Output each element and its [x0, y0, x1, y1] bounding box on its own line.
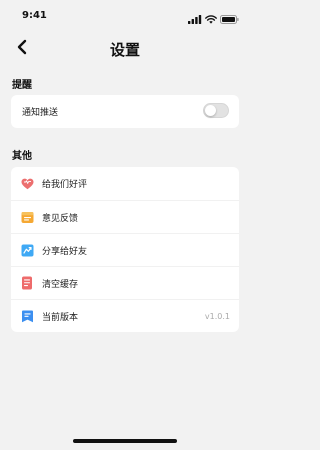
home-indicator [73, 439, 177, 443]
section-header-reminder: 提醒 [12, 80, 32, 91]
list-item-label: 意见反馈 [42, 213, 79, 224]
share-icon [20, 243, 34, 257]
toggle-knob [205, 105, 216, 116]
notification-toggle[interactable] [203, 103, 229, 118]
list-item-feedback[interactable]: 意见反馈 [11, 200, 239, 233]
status-bar: 9:41 [0, 0, 250, 32]
reminder-card: 通知推送 [11, 95, 239, 128]
notification-label: 通知推送 [22, 108, 59, 118]
list-item-label: 当前版本 [42, 312, 79, 323]
list-item-share[interactable]: 分享给好友 [11, 233, 239, 266]
nav-bar: 设置 [0, 32, 250, 66]
clear-cache-icon [20, 276, 34, 290]
signal-icon [188, 9, 202, 28]
list-item-label: 给我们好评 [42, 180, 88, 190]
list-item-clear-cache[interactable]: 清空缓存 [11, 266, 239, 299]
page-title: 设置 [109, 41, 140, 59]
list-item-label: 清空缓存 [42, 279, 79, 290]
version-value: v1.0.1 [204, 311, 230, 321]
status-icons [188, 9, 239, 28]
heart-icon [20, 177, 34, 191]
section-header-other: 其他 [12, 151, 32, 162]
wifi-icon [205, 9, 217, 28]
list-item-rate-us[interactable]: 给我们好评 [11, 167, 239, 200]
feedback-icon [20, 210, 34, 224]
list-item-label: 分享给好友 [42, 246, 88, 257]
battery-icon [220, 9, 239, 28]
status-time: 9:41 [22, 10, 47, 21]
other-card: 给我们好评 意见反馈 分享给好友 清空缓存 当前版本 v1.0.1 [11, 167, 239, 332]
list-item-version[interactable]: 当前版本 v1.0.1 [11, 299, 239, 332]
notification-row: 通知推送 [11, 95, 239, 128]
version-icon [20, 309, 34, 323]
